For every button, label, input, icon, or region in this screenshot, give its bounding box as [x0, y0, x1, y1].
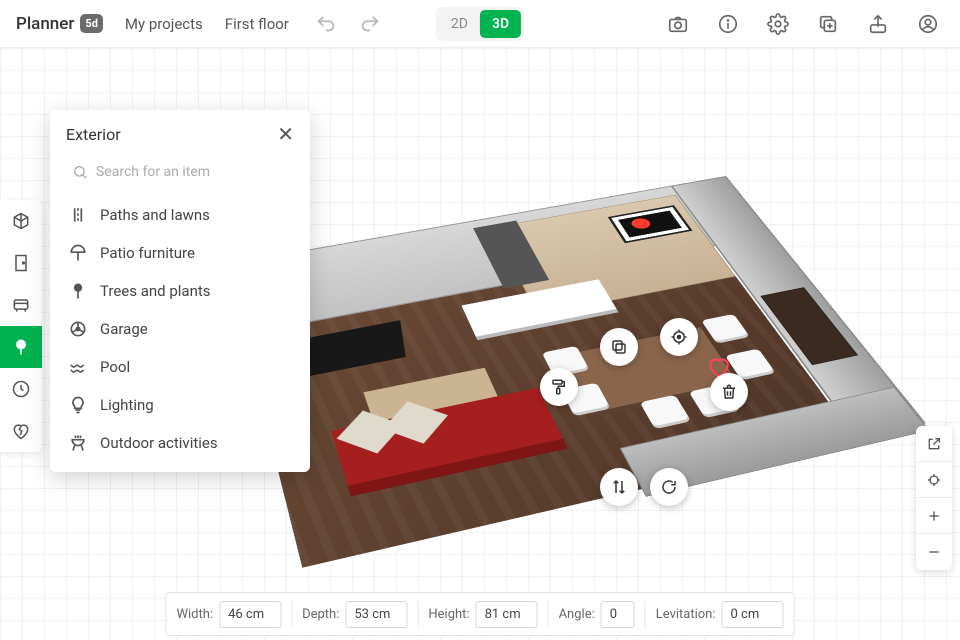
fullscreen-button[interactable] — [916, 426, 952, 462]
category-label: Pool — [100, 358, 130, 376]
levitation-label: Levitation: — [656, 607, 716, 622]
minus-icon — [926, 544, 942, 560]
steering-wheel-icon — [68, 319, 88, 339]
view-3d-button[interactable]: 3D — [480, 10, 521, 38]
duplicate-project-button[interactable] — [812, 8, 844, 40]
category-trees-and-plants[interactable]: Trees and plants — [50, 272, 310, 310]
tree-icon — [11, 337, 31, 357]
gear-icon — [767, 13, 789, 35]
grill-icon — [68, 433, 88, 453]
width-label: Width: — [176, 607, 213, 622]
target-icon — [670, 328, 688, 346]
category-outdoor-activities[interactable]: Outdoor activities — [50, 424, 310, 462]
center-view-button[interactable] — [916, 462, 952, 498]
crosshair-icon — [926, 472, 942, 488]
zoom-out-button[interactable] — [916, 534, 952, 570]
brand-logo[interactable]: Planner 5d — [16, 14, 103, 34]
info-icon — [717, 13, 739, 35]
plant-icon — [68, 281, 88, 301]
rail-construction[interactable] — [0, 242, 42, 284]
rail-rooms[interactable] — [0, 200, 42, 242]
heart-broken-icon — [11, 421, 31, 441]
umbrella-icon — [68, 243, 88, 263]
category-label: Lighting — [100, 396, 154, 414]
clock-icon — [11, 379, 31, 399]
door-icon — [11, 253, 31, 273]
sofa-icon — [11, 295, 31, 315]
category-label: Trees and plants — [100, 282, 211, 300]
snapshot-button[interactable] — [662, 8, 694, 40]
duplicate-icon — [817, 13, 839, 35]
settings-button[interactable] — [762, 8, 794, 40]
nav-my-projects[interactable]: My projects — [125, 15, 203, 33]
brand-badge: 5d — [80, 14, 103, 33]
trash-icon — [720, 383, 738, 401]
close-icon: ✕ — [277, 122, 294, 146]
category-label: Garage — [100, 320, 148, 338]
panel-title: Exterior — [66, 125, 121, 144]
plus-icon — [926, 508, 942, 524]
height-label: Height: — [428, 607, 469, 622]
paths-icon — [68, 205, 88, 225]
catalog-panel: Exterior ✕ Search for an item Paths and … — [50, 110, 310, 472]
category-pool[interactable]: Pool — [50, 348, 310, 386]
angle-input[interactable] — [601, 601, 635, 628]
swap-vertical-icon — [610, 478, 628, 496]
export-button[interactable] — [862, 8, 894, 40]
room-3d-model — [227, 176, 924, 567]
category-garage[interactable]: Garage — [50, 310, 310, 348]
depth-input[interactable] — [345, 601, 407, 628]
category-label: Patio furniture — [100, 244, 195, 262]
undo-button[interactable] — [315, 13, 337, 35]
category-label: Outdoor activities — [100, 434, 218, 452]
rail-exterior[interactable] — [0, 326, 42, 368]
catalog-search-input[interactable]: Search for an item — [62, 156, 298, 188]
rail-favorites[interactable] — [0, 410, 42, 452]
user-icon — [917, 13, 939, 35]
rail-interior[interactable] — [0, 284, 42, 326]
top-bar: Planner 5d My projects First floor 2D 3D — [0, 0, 960, 48]
redo-button[interactable] — [359, 13, 381, 35]
zoom-in-button[interactable] — [916, 498, 952, 534]
info-button[interactable] — [712, 8, 744, 40]
panel-close-button[interactable]: ✕ — [277, 124, 294, 144]
depth-label: Depth: — [302, 607, 339, 622]
nav-floor-selector[interactable]: First floor — [225, 15, 289, 33]
paint-roller-icon — [550, 378, 568, 396]
category-patio-furniture[interactable]: Patio furniture — [50, 234, 310, 272]
category-paths-and-lawns[interactable]: Paths and lawns — [50, 196, 310, 234]
category-list: Paths and lawns Patio furniture Trees an… — [50, 196, 310, 462]
brand-name: Planner — [16, 14, 74, 34]
left-tool-rail — [0, 200, 42, 452]
bulb-icon — [68, 395, 88, 415]
search-icon — [72, 164, 88, 180]
view-2d-button[interactable]: 2D — [439, 10, 480, 38]
copy-icon — [610, 338, 628, 356]
account-button[interactable] — [912, 8, 944, 40]
flip-button[interactable] — [600, 468, 638, 506]
external-icon — [926, 436, 942, 452]
copy-button[interactable] — [600, 328, 638, 366]
levitation-input[interactable] — [722, 601, 784, 628]
category-label: Paths and lawns — [100, 206, 210, 224]
height-input[interactable] — [476, 601, 538, 628]
dimension-bar: Width: Depth: Height: Angle: Levitation: — [165, 592, 794, 636]
rail-history[interactable] — [0, 368, 42, 410]
search-placeholder: Search for an item — [96, 164, 210, 180]
share-icon — [867, 13, 889, 35]
paint-button[interactable] — [540, 368, 578, 406]
cube-icon — [11, 211, 31, 231]
rotate-button[interactable] — [650, 468, 688, 506]
camera-icon — [667, 13, 689, 35]
category-lighting[interactable]: Lighting — [50, 386, 310, 424]
width-input[interactable] — [219, 601, 281, 628]
rotate-icon — [660, 478, 678, 496]
waves-icon — [68, 357, 88, 377]
delete-button[interactable] — [710, 373, 748, 411]
focus-button[interactable] — [660, 318, 698, 356]
viewport-controls — [916, 426, 952, 570]
view-toggle: 2D 3D — [436, 7, 524, 41]
angle-label: Angle: — [559, 607, 595, 622]
